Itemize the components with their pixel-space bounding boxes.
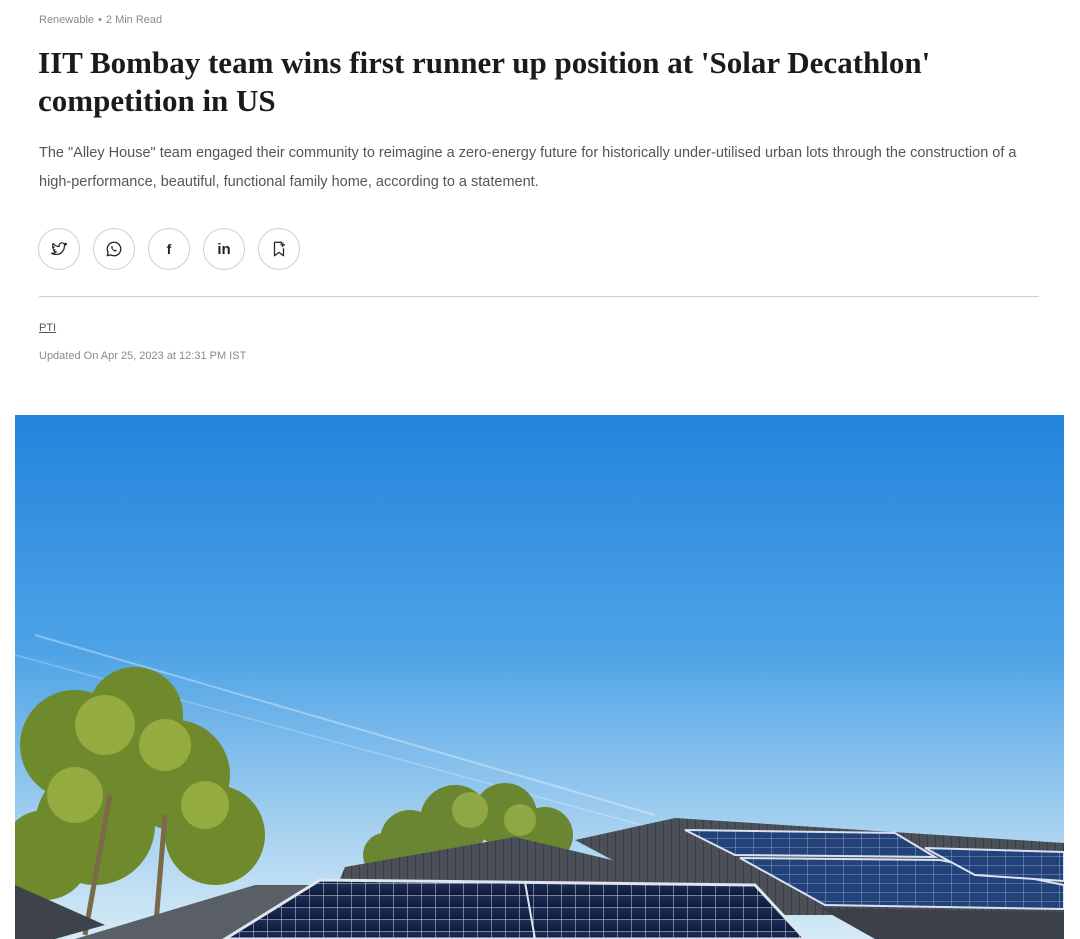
share-bar: f in xyxy=(38,228,300,270)
article-headline: IIT Bombay team wins first runner up pos… xyxy=(38,45,931,118)
twitter-share-button[interactable] xyxy=(38,228,80,270)
facebook-share-button[interactable]: f xyxy=(148,228,190,270)
article-summary: The "Alley House" team engaged their com… xyxy=(39,145,1017,190)
meta-separator: • xyxy=(98,14,102,26)
twitter-icon xyxy=(50,242,68,256)
category-tag[interactable]: Renewable xyxy=(39,14,94,26)
divider xyxy=(39,296,1039,297)
author-link[interactable]: PTI xyxy=(39,322,56,334)
whatsapp-share-button[interactable] xyxy=(93,228,135,270)
updated-timestamp: Updated On Apr 25, 2023 at 12:31 PM IST xyxy=(39,350,247,362)
bookmark-icon xyxy=(273,241,285,257)
read-time: 2 Min Read xyxy=(105,14,163,26)
hero-image xyxy=(15,415,1064,939)
whatsapp-icon xyxy=(106,241,122,257)
article-meta: Renewable • 2 Min Read xyxy=(39,14,162,26)
bookmark-button[interactable] xyxy=(258,228,300,270)
linkedin-icon: in xyxy=(217,240,231,258)
linkedin-share-button[interactable]: in xyxy=(203,228,245,270)
facebook-icon: f xyxy=(166,241,172,257)
